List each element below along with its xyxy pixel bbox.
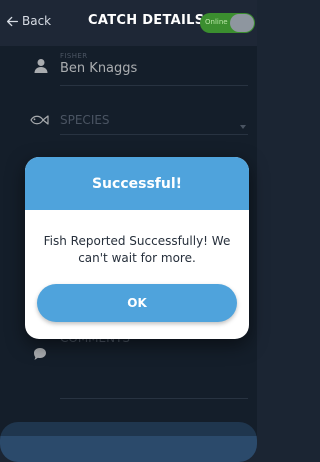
arrow-left-icon bbox=[6, 16, 19, 26]
toggle-label: Online bbox=[205, 18, 228, 26]
page-title: CATCH DETAILS bbox=[88, 13, 205, 28]
header-bar: Back CATCH DETAILS Online bbox=[0, 0, 257, 46]
online-toggle[interactable]: Online bbox=[200, 13, 255, 33]
back-button[interactable]: Back bbox=[6, 14, 51, 28]
back-label: Back bbox=[22, 14, 52, 28]
toggle-knob bbox=[230, 14, 254, 32]
dialog-title: Successful! bbox=[91, 175, 183, 192]
ok-button[interactable]: OK bbox=[37, 284, 237, 322]
dialog-message: Fish Reported Successfully! We can't wai… bbox=[43, 234, 231, 265]
dialog-header: Successful! bbox=[25, 157, 249, 210]
success-dialog: Successful! Fish Reported Successfully! … bbox=[25, 157, 249, 339]
